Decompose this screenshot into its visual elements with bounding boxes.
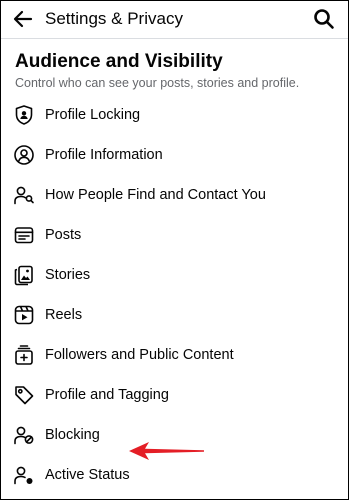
list-item-label: Blocking <box>45 427 100 443</box>
list-item-label: Followers and Public Content <box>45 347 234 363</box>
search-icon[interactable] <box>312 7 336 31</box>
arrow-left-icon[interactable] <box>11 7 35 31</box>
stories-icon <box>13 264 35 286</box>
section-title: Audience and Visibility <box>15 51 223 72</box>
list-item-label: Posts <box>45 227 82 243</box>
list-item-label: Active Status <box>45 467 130 483</box>
top-app-bar: Settings & Privacy <box>1 1 348 39</box>
list-item-label: Profile Information <box>45 147 163 163</box>
list-item-profile-locking[interactable]: Profile Locking <box>1 95 348 135</box>
post-card-icon <box>13 224 35 246</box>
person-active-icon <box>13 464 35 486</box>
list-item-reels[interactable]: Reels <box>1 295 348 335</box>
red-arrow-annotation <box>129 441 205 461</box>
section-subtitle: Control who can see your posts, stories … <box>15 76 300 90</box>
list-item-stories[interactable]: Stories <box>1 255 348 295</box>
list-item-posts[interactable]: Posts <box>1 215 348 255</box>
person-search-icon <box>13 184 35 206</box>
followers-icon <box>13 344 35 366</box>
list-item-label: Reels <box>45 307 83 323</box>
list-item-profile-information[interactable]: Profile Information <box>1 135 348 175</box>
shield-person-icon <box>13 104 35 126</box>
list-item-label: Stories <box>45 267 91 283</box>
person-block-icon <box>13 424 35 446</box>
tag-icon <box>13 384 35 406</box>
list-item-profile-and-tagging[interactable]: Profile and Tagging <box>1 375 348 415</box>
list-item-label: Profile and Tagging <box>45 387 169 403</box>
list-item-label: How People Find and Contact You <box>45 187 266 203</box>
list-item-followers-public-content[interactable]: Followers and Public Content <box>1 335 348 375</box>
list-item-label: Profile Locking <box>45 107 141 123</box>
list-item-how-people-find-you[interactable]: How People Find and Contact You <box>1 175 348 215</box>
list-item-active-status[interactable]: Active Status <box>1 455 348 495</box>
person-circle-icon <box>13 144 35 166</box>
page-title: Settings & Privacy <box>45 9 183 28</box>
screen-frame: Settings & Privacy Audience and Visibili… <box>0 0 349 500</box>
reels-icon <box>13 304 35 326</box>
